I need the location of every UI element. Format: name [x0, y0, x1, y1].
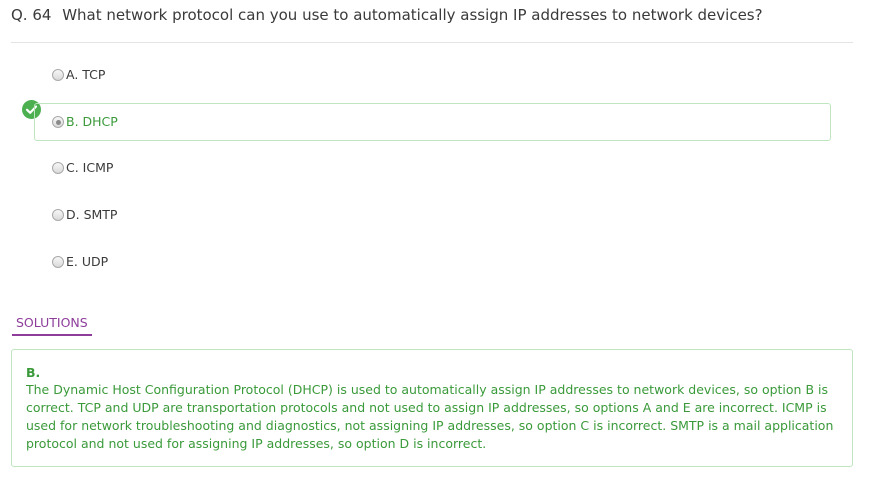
option-a[interactable]: A. TCP	[34, 56, 831, 94]
divider	[11, 42, 853, 43]
option-c[interactable]: C. ICMP	[34, 149, 831, 187]
radio-option-e[interactable]	[52, 256, 64, 268]
solution-explanation: The Dynamic Host Configuration Protocol …	[26, 382, 834, 451]
radio-option-d[interactable]	[52, 209, 64, 221]
question-text: What network protocol can you use to aut…	[62, 6, 763, 24]
question-number: Q. 64	[11, 6, 52, 24]
option-e[interactable]: E. UDP	[34, 243, 831, 281]
option-d[interactable]: D. SMTP	[34, 196, 831, 234]
option-e-label: E. UDP	[66, 254, 109, 269]
option-b-label: B. DHCP	[66, 114, 118, 129]
solution-panel: B. The Dynamic Host Configuration Protoc…	[11, 349, 853, 467]
tab-solutions[interactable]: SOLUTIONS	[12, 315, 92, 336]
radio-option-a[interactable]	[52, 69, 64, 81]
radio-option-b[interactable]	[52, 116, 64, 128]
radio-option-c[interactable]	[52, 162, 64, 174]
solution-answer: B.	[26, 365, 41, 380]
option-b[interactable]: B. DHCP	[34, 103, 831, 141]
quiz-page: Q. 64 What network protocol can you use …	[0, 0, 881, 486]
question-title: Q. 64 What network protocol can you use …	[11, 5, 763, 25]
option-d-label: D. SMTP	[66, 207, 118, 222]
option-a-label: A. TCP	[66, 67, 106, 82]
option-c-label: C. ICMP	[66, 160, 114, 175]
